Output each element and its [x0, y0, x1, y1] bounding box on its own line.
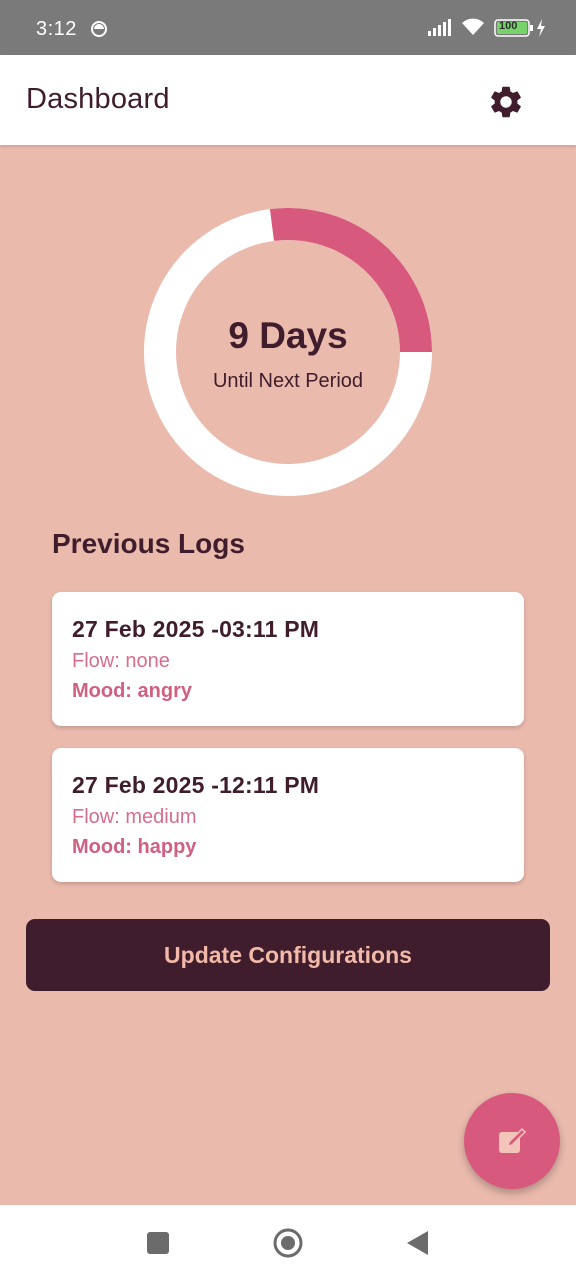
log-mood: Mood: happy [72, 836, 197, 858]
app-bar: Dashboard [0, 55, 576, 145]
page-title: Dashboard [26, 83, 170, 115]
cycle-progress-ring: 9 Days Until Next Period [144, 208, 432, 496]
log-date: 27 Feb 2025 -03:11 PM [72, 616, 320, 642]
home-icon[interactable] [272, 1227, 304, 1259]
status-icons: 100 [428, 17, 548, 39]
wifi-icon [462, 18, 484, 35]
log-date: 27 Feb 2025 -12:11 PM [72, 772, 320, 798]
recent-apps-icon[interactable] [142, 1227, 174, 1259]
log-mood: Mood: angry [72, 680, 192, 702]
charging-bolt-icon [537, 19, 545, 37]
log-card[interactable]: 27 Feb 2025 -12:11 PM Flow: medium Mood:… [52, 748, 524, 882]
previous-logs-heading: Previous Logs [52, 528, 245, 559]
status-time: 3:12 [36, 18, 77, 40]
log-flow: Flow: none [72, 650, 170, 672]
signal-icon [428, 19, 451, 36]
update-configurations-button[interactable]: Update Configurations [26, 919, 550, 991]
add-log-fab[interactable] [464, 1093, 560, 1189]
days-until-period-label: Until Next Period [212, 370, 364, 392]
settings-button[interactable] [484, 80, 528, 124]
status-bar: 3:12 100 [0, 0, 576, 55]
edit-note-icon [499, 1127, 527, 1153]
battery-level: 100 [499, 20, 518, 32]
days-until-period: 9 Days [228, 315, 348, 356]
log-flow: Flow: medium [72, 806, 197, 828]
notification-dot-icon [91, 21, 107, 37]
battery-group: 100 [494, 17, 545, 39]
system-nav-bar [0, 1205, 576, 1280]
back-icon[interactable] [402, 1227, 434, 1259]
log-card[interactable]: 27 Feb 2025 -03:11 PM Flow: none Mood: a… [52, 592, 524, 726]
gear-icon [491, 86, 521, 118]
